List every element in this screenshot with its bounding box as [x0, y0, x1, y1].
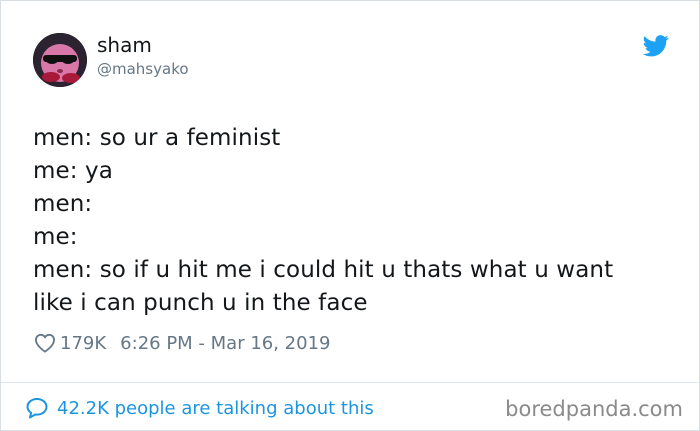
- twitter-bird-icon[interactable]: [643, 35, 669, 57]
- talking-link[interactable]: 42.2K people are talking about this: [25, 395, 374, 421]
- tweet-card: sham @mahsyako men: so ur a feminist me:…: [0, 0, 700, 431]
- tweet-line: men: so if u hit me i could hit u thats …: [33, 257, 614, 283]
- avatar[interactable]: [33, 33, 87, 87]
- tweet-line: men:: [33, 191, 93, 217]
- watermark: boredpanda.com: [505, 397, 683, 421]
- user-handle[interactable]: @mahsyako: [97, 59, 189, 79]
- tweet-line: me:: [33, 224, 78, 250]
- like-count[interactable]: 179K: [60, 333, 106, 354]
- tweet-meta: 179K 6:26 PM - Mar 16, 2019: [34, 331, 330, 355]
- tweet-line: like i can punch u in the face: [33, 290, 368, 316]
- tweet-line: me: ya: [33, 158, 113, 184]
- tweet-timestamp[interactable]: 6:26 PM - Mar 16, 2019: [120, 333, 330, 354]
- talking-label: 42.2K people are talking about this: [57, 397, 374, 419]
- avatar-image: [33, 33, 87, 87]
- tweet-line: men: so ur a feminist: [33, 125, 281, 151]
- tweet-text: men: so ur a feminist me: ya men: me: me…: [33, 122, 673, 320]
- divider: [1, 382, 699, 383]
- display-name[interactable]: sham: [97, 33, 152, 57]
- speech-bubble-icon: [26, 398, 48, 419]
- heart-icon[interactable]: [34, 333, 56, 353]
